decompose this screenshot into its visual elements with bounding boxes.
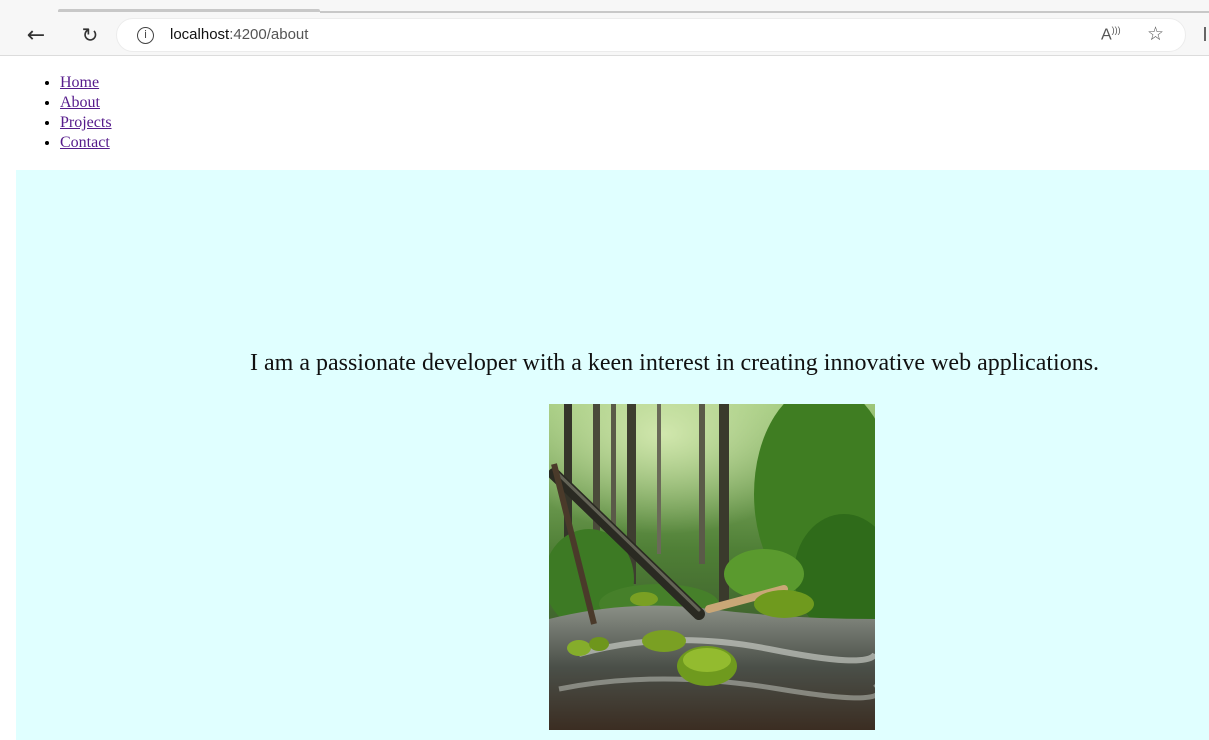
browser-toolbar: ← ↻ i localhost:4200/about A))) ☆	[0, 0, 1209, 56]
read-aloud-icon[interactable]: A)))	[1101, 25, 1121, 44]
info-icon[interactable]: i	[137, 27, 154, 44]
nav-link-home[interactable]: Home	[60, 74, 99, 91]
url-host: localhost	[170, 26, 230, 43]
url-path: :4200/about	[229, 26, 309, 43]
nav-link-projects[interactable]: Projects	[60, 114, 112, 131]
about-section: I am a passionate developer with a keen …	[16, 170, 1209, 740]
reload-icon: ↻	[81, 23, 99, 47]
nav-item-contact: Contact	[60, 133, 112, 153]
about-text: I am a passionate developer with a keen …	[250, 350, 1100, 376]
nav-list: Home About Projects Contact	[40, 73, 112, 153]
url-text[interactable]: localhost:4200/about	[170, 26, 308, 43]
back-button[interactable]: ←	[20, 20, 52, 50]
forest-stream-image	[549, 404, 875, 730]
arrow-left-icon: ←	[26, 22, 46, 48]
tab-strip	[0, 0, 1209, 13]
nav-link-contact[interactable]: Contact	[60, 134, 110, 151]
star-icon[interactable]: ☆	[1147, 23, 1164, 45]
nav-item-about: About	[60, 93, 112, 113]
nav-item-home: Home	[60, 73, 112, 93]
toolbar-overflow-edge	[1204, 27, 1206, 41]
read-aloud-label: A	[1101, 26, 1112, 44]
address-bar[interactable]: i localhost:4200/about A))) ☆	[116, 18, 1186, 52]
tab-strip-border	[320, 11, 1209, 13]
nav-item-projects: Projects	[60, 113, 112, 133]
nav-link-about[interactable]: About	[60, 94, 100, 111]
reload-button[interactable]: ↻	[74, 20, 106, 50]
forest-stream-photo	[549, 404, 875, 730]
active-tab[interactable]	[58, 9, 320, 12]
